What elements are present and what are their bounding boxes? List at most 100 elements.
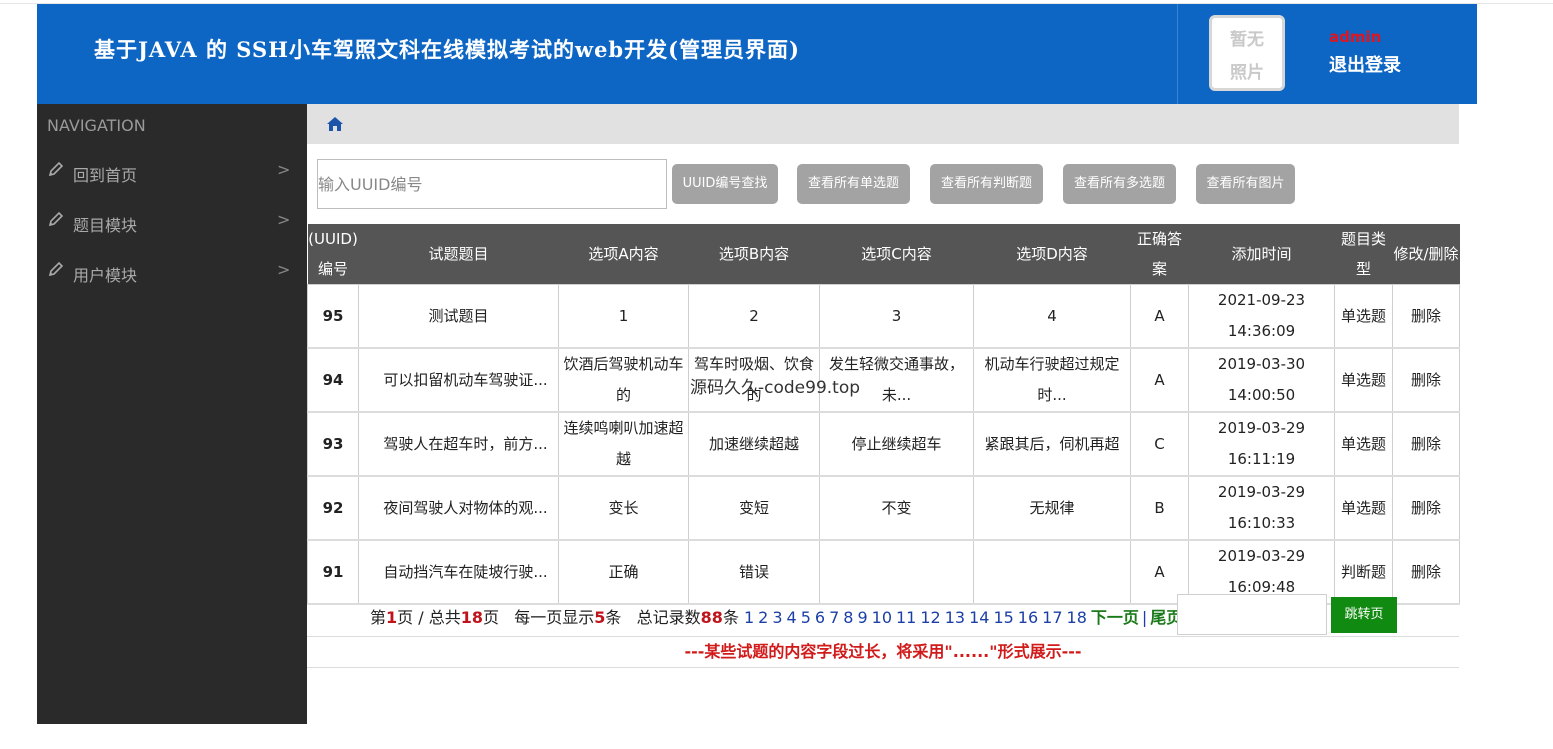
header-divider bbox=[1177, 4, 1178, 104]
current-page: 1 bbox=[386, 608, 398, 627]
pager-separator: | bbox=[1141, 608, 1148, 627]
page-link[interactable]: 8 bbox=[843, 608, 853, 627]
question-id: 95 bbox=[307, 284, 359, 349]
sidebar-item-label: 回到首页 bbox=[73, 166, 138, 185]
page-link[interactable]: 15 bbox=[993, 608, 1013, 627]
page-link[interactable]: 14 bbox=[969, 608, 989, 627]
added-time: 2019-03-30 14:00:50 bbox=[1188, 347, 1335, 413]
pager-text: 条 总记录数 bbox=[605, 608, 701, 627]
added-time: 2021-09-23 14:36:09 bbox=[1188, 284, 1335, 349]
admin-username: admin bbox=[1329, 28, 1382, 46]
view-true-false-button[interactable]: 查看所有判断题 bbox=[930, 164, 1043, 204]
option-a: 饮酒后驾驶机动车的 bbox=[558, 347, 689, 413]
chevron-right-icon: > bbox=[277, 160, 291, 179]
option-c: 3 bbox=[819, 284, 974, 349]
correct-answer: B bbox=[1130, 475, 1189, 541]
page-link[interactable]: 18 bbox=[1067, 608, 1087, 627]
pager-text: 页 / 总共 bbox=[397, 608, 461, 627]
delete-link[interactable]: 删除 bbox=[1392, 411, 1460, 477]
sidebar-item-label: 题目模块 bbox=[73, 216, 138, 235]
pencil-icon bbox=[48, 261, 64, 277]
avatar-text-line1: 暂无 bbox=[1230, 30, 1264, 50]
uuid-search-button[interactable]: UUID编号查找 bbox=[672, 164, 778, 204]
pencil-icon bbox=[48, 211, 64, 227]
option-a: 变长 bbox=[558, 475, 689, 541]
option-b: 变短 bbox=[688, 475, 820, 541]
uuid-search-input[interactable] bbox=[317, 159, 667, 209]
delete-link[interactable]: 删除 bbox=[1392, 284, 1460, 349]
page-link[interactable]: 4 bbox=[787, 608, 797, 627]
option-a: 连续鸣喇叭加速超越 bbox=[558, 411, 689, 477]
questions-table: (UUID)编号 试题题目 选项A内容 选项B内容 选项C内容 选项D内容 正确… bbox=[307, 224, 1460, 605]
sidebar: NAVIGATION 回到首页 > 题目模块 > 用户模块 > bbox=[37, 104, 307, 724]
page-link[interactable]: 11 bbox=[896, 608, 916, 627]
column-header: 选项A内容 bbox=[558, 224, 689, 285]
chevron-right-icon: > bbox=[277, 210, 291, 229]
column-header: 题目类型 bbox=[1334, 224, 1393, 285]
option-d: 紧跟其后，伺机再超 bbox=[973, 411, 1131, 477]
column-header: 正确答案 bbox=[1130, 224, 1189, 285]
header-bar: 基于JAVA 的 SSH小车驾照文科在线模拟考试的web开发(管理员界面) 暂无… bbox=[37, 4, 1477, 104]
question-type: 单选题 bbox=[1334, 284, 1393, 349]
option-b: 加速继续超越 bbox=[688, 411, 820, 477]
column-header: 选项D内容 bbox=[973, 224, 1131, 285]
nav-heading: NAVIGATION bbox=[47, 116, 146, 135]
option-b: 2 bbox=[688, 284, 820, 349]
page-link[interactable]: 12 bbox=[920, 608, 940, 627]
pager-text: 页 每一页显示 bbox=[483, 608, 595, 627]
app-title: 基于JAVA 的 SSH小车驾照文科在线模拟考试的web开发(管理员界面) bbox=[94, 37, 800, 62]
page-link[interactable]: 3 bbox=[772, 608, 782, 627]
chevron-right-icon: > bbox=[277, 260, 291, 279]
page-link[interactable]: 7 bbox=[829, 608, 839, 627]
avatar-text-line2: 照片 bbox=[1230, 63, 1264, 83]
page-link[interactable]: 13 bbox=[945, 608, 965, 627]
logout-link[interactable]: 退出登录 bbox=[1329, 51, 1401, 77]
pager-text: 条 bbox=[722, 608, 739, 627]
option-d: 机动车行驶超过规定时... bbox=[973, 347, 1131, 413]
jump-page-button[interactable]: 跳转页 bbox=[1331, 597, 1397, 633]
question-id: 93 bbox=[307, 411, 359, 477]
pagination-bar: 第1页 / 总共18页 每一页显示5条 总记录数88条 1 2 3 4 5 6 7 8 9 10 11… bbox=[307, 594, 1459, 637]
total-pages: 18 bbox=[460, 608, 483, 627]
watermark: 源码久久-code99.top bbox=[690, 378, 861, 398]
table-header-row: (UUID)编号 试题题目 选项A内容 选项B内容 选项C内容 选项D内容 正确… bbox=[307, 224, 1460, 285]
delete-link[interactable]: 删除 bbox=[1392, 475, 1460, 541]
page-link[interactable]: 17 bbox=[1042, 608, 1062, 627]
pagination-info: 第1页 / 总共18页 每一页显示5条 总记录数88条 1 2 3 4 5 6 7 8 9 10 11… bbox=[370, 604, 1182, 628]
page-link[interactable]: 1 bbox=[744, 608, 754, 627]
option-d: 4 bbox=[973, 284, 1131, 349]
table-row: 93 驾驶人在超车时，前方... 连续鸣喇叭加速超越 加速继续超越 停止继续超车… bbox=[307, 411, 1460, 477]
question-title: 可以扣留机动车驾驶证... bbox=[358, 347, 559, 413]
jump-page-input[interactable] bbox=[1177, 594, 1327, 635]
next-page-link[interactable]: 下一页 bbox=[1091, 608, 1139, 627]
table-row: 92 夜间驾驶人对物体的观... 变长 变短 不变 无规律 B 2019-03-… bbox=[307, 475, 1460, 541]
page-link[interactable]: 6 bbox=[815, 608, 825, 627]
view-images-button[interactable]: 查看所有图片 bbox=[1196, 164, 1295, 204]
pager-text: 第 bbox=[370, 608, 387, 627]
added-time: 2019-03-29 16:10:33 bbox=[1188, 475, 1335, 541]
option-a: 1 bbox=[558, 284, 689, 349]
option-c: 停止继续超车 bbox=[819, 411, 974, 477]
question-type: 单选题 bbox=[1334, 475, 1393, 541]
per-page: 5 bbox=[594, 608, 606, 627]
sidebar-item-home[interactable]: 回到首页 > bbox=[37, 150, 307, 194]
page-link[interactable]: 9 bbox=[857, 608, 867, 627]
added-time: 2019-03-29 16:11:19 bbox=[1188, 411, 1335, 477]
table-row: 95 测试题目 1 2 3 4 A 2021-09-23 14:36:09 单选… bbox=[307, 284, 1460, 349]
home-icon[interactable] bbox=[326, 116, 344, 132]
view-single-choice-button[interactable]: 查看所有单选题 bbox=[797, 164, 910, 204]
breadcrumb bbox=[307, 104, 1459, 144]
table-row: 94 可以扣留机动车驾驶证... 饮酒后驾驶机动车的 驾车时吸烟、饮食的 发生轻… bbox=[307, 347, 1460, 413]
column-header: 修改/删除 bbox=[1392, 224, 1460, 285]
page-link[interactable]: 16 bbox=[1018, 608, 1038, 627]
sidebar-item-users[interactable]: 用户模块 > bbox=[37, 250, 307, 294]
page-link[interactable]: 5 bbox=[801, 608, 811, 627]
sidebar-item-questions[interactable]: 题目模块 > bbox=[37, 200, 307, 244]
delete-link[interactable]: 删除 bbox=[1392, 347, 1460, 413]
page-link[interactable]: 2 bbox=[758, 608, 768, 627]
view-multi-choice-button[interactable]: 查看所有多选题 bbox=[1063, 164, 1176, 204]
option-d: 无规律 bbox=[973, 475, 1131, 541]
question-type: 单选题 bbox=[1334, 411, 1393, 477]
page-link[interactable]: 10 bbox=[872, 608, 892, 627]
column-header: (UUID)编号 bbox=[307, 224, 359, 285]
